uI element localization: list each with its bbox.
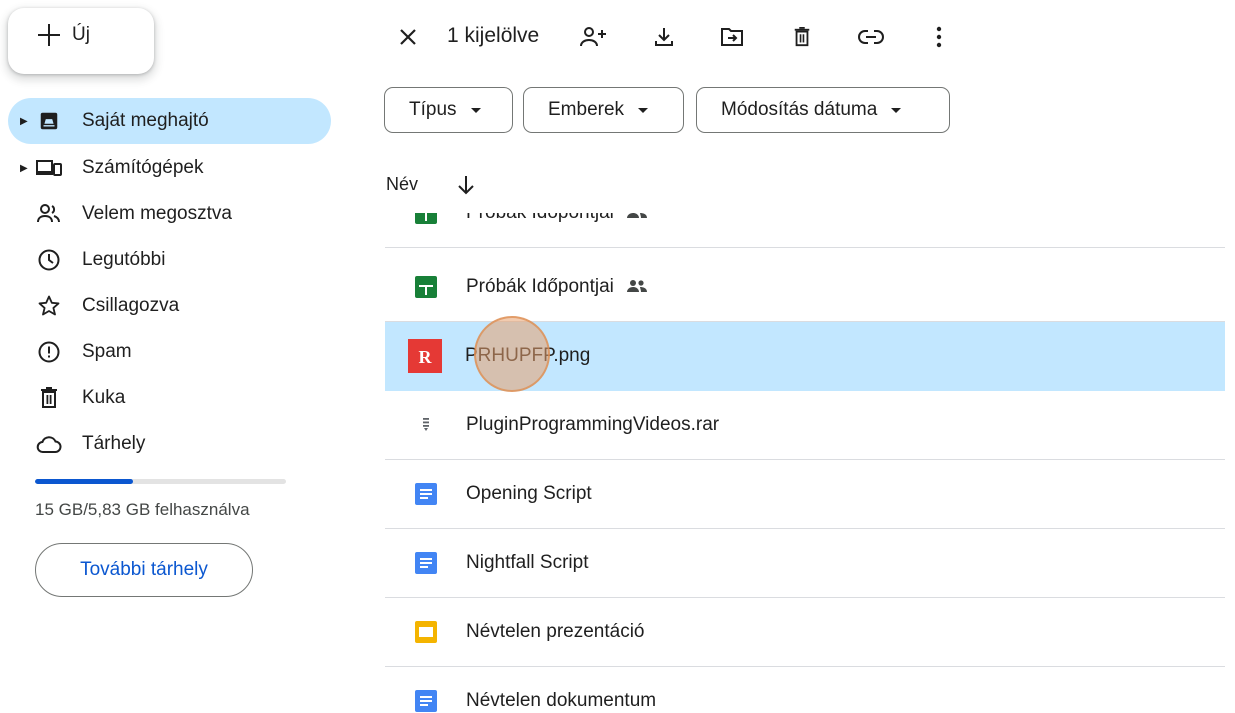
storage-usage-text: 15 GB/5,83 GB felhasználva [35,500,250,519]
filter-chip-label: Típus [409,99,457,120]
trash-icon[interactable] [787,22,817,52]
new-button-label: Új [72,24,90,45]
expand-caret-icon[interactable]: ▶ [20,163,34,174]
more-vert-icon[interactable] [924,22,954,52]
shared-people-icon [626,279,648,295]
close-icon[interactable] [393,22,423,52]
link-icon[interactable] [856,22,886,52]
file-list: Próbák Időpontjai Próbák Időpontjai R PR… [385,213,1225,713]
svg-text:R: R [419,347,433,367]
more-storage-button[interactable]: További tárhely [35,543,253,597]
sheets-file-icon [414,213,438,225]
file-name: Nightfall Script [466,552,589,573]
storage-progress-fill [35,479,133,484]
file-name: Opening Script [466,483,592,504]
docs-file-icon [414,689,438,713]
sidebar-item-starred[interactable]: ▶ Csillagozva [8,283,331,329]
file-name: Névtelen prezentáció [466,621,645,642]
column-header-name[interactable]: Név [386,174,418,195]
filter-chip-label: Módosítás dátuma [721,99,878,120]
sidebar-item-label: Saját meghajtó [82,110,209,131]
file-name: PRHUPFP.png [465,345,591,366]
filter-modified-chip[interactable]: Módosítás dátuma [696,87,950,133]
sidebar-item-recent[interactable]: ▶ Legutóbbi [8,237,331,283]
move-to-folder-icon[interactable] [717,22,747,52]
sidebar-item-computers[interactable]: ▶ Számítógépek [8,145,331,191]
file-name: Próbák Időpontjai [466,276,614,297]
file-row-selected[interactable]: R PRHUPFP.png [385,322,1225,391]
my-drive-icon [36,108,62,134]
dropdown-arrow-icon [470,107,481,113]
sidebar-item-label: Csillagozva [82,295,180,316]
dropdown-arrow-icon [638,107,649,113]
slides-file-icon [414,620,438,644]
file-row[interactable]: Opening Script [385,460,1225,529]
sidebar-item-label: Tárhely [82,433,146,454]
sidebar-item-shared-with-me[interactable]: ▶ Velem megosztva [8,191,331,237]
image-file-icon: R [408,339,442,373]
dropdown-arrow-icon [891,107,902,113]
filter-type-chip[interactable]: Típus [384,87,513,133]
file-row[interactable]: Próbák Időpontjai [385,213,1225,248]
shared-people-icon [626,213,648,221]
sidebar-item-my-drive[interactable]: ▶ Saját meghajtó [8,98,331,144]
spam-icon [36,339,62,365]
filter-chip-label: Emberek [548,99,625,120]
sidebar-item-label: Kuka [82,387,126,408]
star-icon [36,293,62,319]
cloud-icon [36,431,62,457]
sheets-file-icon [414,275,438,299]
sidebar-item-label: Spam [82,341,132,362]
shared-with-me-icon [36,201,62,227]
file-row[interactable]: Névtelen prezentáció [385,598,1225,667]
file-name: Próbák Időpontjai [466,213,614,224]
trash-icon [36,385,62,411]
file-row[interactable]: Próbák Időpontjai [385,253,1225,322]
filter-people-chip[interactable]: Emberek [523,87,684,133]
file-name: Névtelen dokumentum [466,690,657,711]
computers-icon [36,155,62,181]
file-row[interactable]: Nightfall Script [385,529,1225,598]
docs-file-icon [414,482,438,506]
share-person-add-icon[interactable] [579,22,609,52]
sidebar-item-trash[interactable]: ▶ Kuka [8,375,331,421]
selected-count: 1 kijelölve [447,24,540,47]
sidebar-item-label: Velem megosztva [82,203,232,224]
sidebar-item-label: Legutóbbi [82,249,166,270]
docs-file-icon [414,551,438,575]
file-name: PluginProgrammingVideos.rar [466,414,720,435]
clock-icon [36,247,62,273]
sidebar-item-label: Számítógépek [82,157,204,178]
file-row[interactable]: PluginProgrammingVideos.rar [385,391,1225,460]
sidebar-item-storage[interactable]: ▶ Tárhely [8,421,331,467]
plus-icon [38,24,60,46]
file-row[interactable]: Névtelen dokumentum [385,667,1225,713]
sidebar-item-spam[interactable]: ▶ Spam [8,329,331,375]
storage-progress-bar [35,479,286,484]
archive-file-icon [414,413,438,437]
download-icon[interactable] [649,22,679,52]
expand-caret-icon[interactable]: ▶ [20,116,34,127]
new-button[interactable]: Új [8,8,154,74]
sort-arrow-down-icon[interactable] [455,174,477,196]
